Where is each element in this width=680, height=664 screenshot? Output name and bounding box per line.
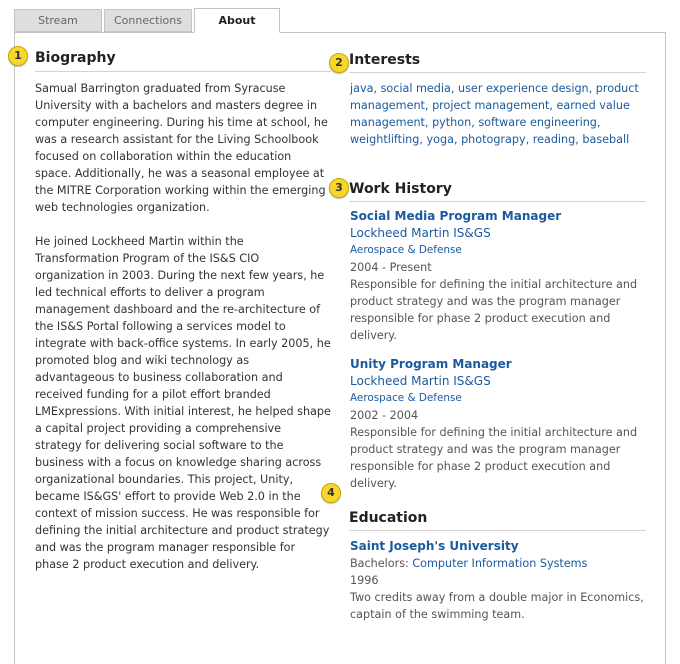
job-entry: Unity Program Manager Lockheed Martin IS… [350,356,650,492]
job-description: Responsible for defining the initial arc… [350,278,638,342]
interest-separator: , [424,99,433,112]
education-notes: Two credits away from a double major in … [350,591,644,621]
callout-badge-1: 1 [8,46,28,66]
interests-heading: Interests [349,52,421,68]
interest-link[interactable]: python [432,116,471,129]
education-entry: Saint Joseph's University Bachelors: Com… [350,538,650,623]
education-year: 1996 [350,574,379,587]
job-company-link[interactable]: Lockheed Martin IS&GS [350,225,650,242]
interest-separator: , [450,82,459,95]
biography-paragraph-1: Samual Barrington graduated from Syracus… [35,82,328,214]
callout-badge-4: 4 [321,483,341,503]
interest-link[interactable]: java [350,82,373,95]
tab-stream[interactable]: Stream [14,9,102,32]
interest-link[interactable]: baseball [582,133,629,146]
job-title-link[interactable]: Social Media Program Manager [350,208,650,225]
interest-link[interactable]: photograpy [461,133,526,146]
interest-separator: , [596,116,601,129]
job-dates: 2004 - Present [350,261,432,274]
school-link[interactable]: Saint Joseph's University [350,538,650,555]
interest-link[interactable]: yoga [427,133,454,146]
job-title-link[interactable]: Unity Program Manager [350,356,650,373]
work-history-heading: Work History [349,181,452,197]
interest-separator: , [424,116,433,129]
interest-link[interactable]: weightlifting [350,133,419,146]
degree-label: Bachelors: [350,557,409,570]
work-history-divider [349,201,646,202]
interest-separator: , [373,82,381,95]
job-description: Responsible for defining the initial arc… [350,426,638,490]
interests-list: java, social media, user experience desi… [350,80,650,148]
biography-heading: Biography [35,50,116,66]
interest-link[interactable]: project management [432,99,549,112]
callout-badge-3: 3 [329,178,349,198]
degree-field-link[interactable]: Computer Information Systems [412,557,587,570]
degree-line: Bachelors: Computer Information Systems [350,555,650,572]
interest-separator: , [419,133,427,146]
interest-separator: , [525,133,533,146]
interest-link[interactable]: user experience design [458,82,589,95]
job-entry: Social Media Program Manager Lockheed Ma… [350,208,650,344]
interest-separator: , [549,99,557,112]
job-company-link[interactable]: Lockheed Martin IS&GS [350,373,650,390]
interest-link[interactable]: software engineering [478,116,597,129]
interest-separator: , [453,133,462,146]
biography-paragraph-2: He joined Lockheed Martin within the Tra… [35,235,331,571]
job-dates: 2002 - 2004 [350,409,419,422]
tab-about[interactable]: About [194,8,280,33]
interests-divider [349,72,646,73]
education-heading: Education [349,510,428,526]
callout-badge-2: 2 [329,53,349,73]
education-divider [349,530,646,531]
interest-separator: , [588,82,596,95]
job-industry-link[interactable]: Aerospace & Defense [350,390,650,407]
job-industry-link[interactable]: Aerospace & Defense [350,242,650,259]
interest-link[interactable]: reading [533,133,576,146]
tab-connections[interactable]: Connections [104,9,192,32]
interest-link[interactable]: social media [381,82,451,95]
biography-divider [35,71,331,72]
biography-text: Samual Barrington graduated from Syracus… [35,80,331,590]
